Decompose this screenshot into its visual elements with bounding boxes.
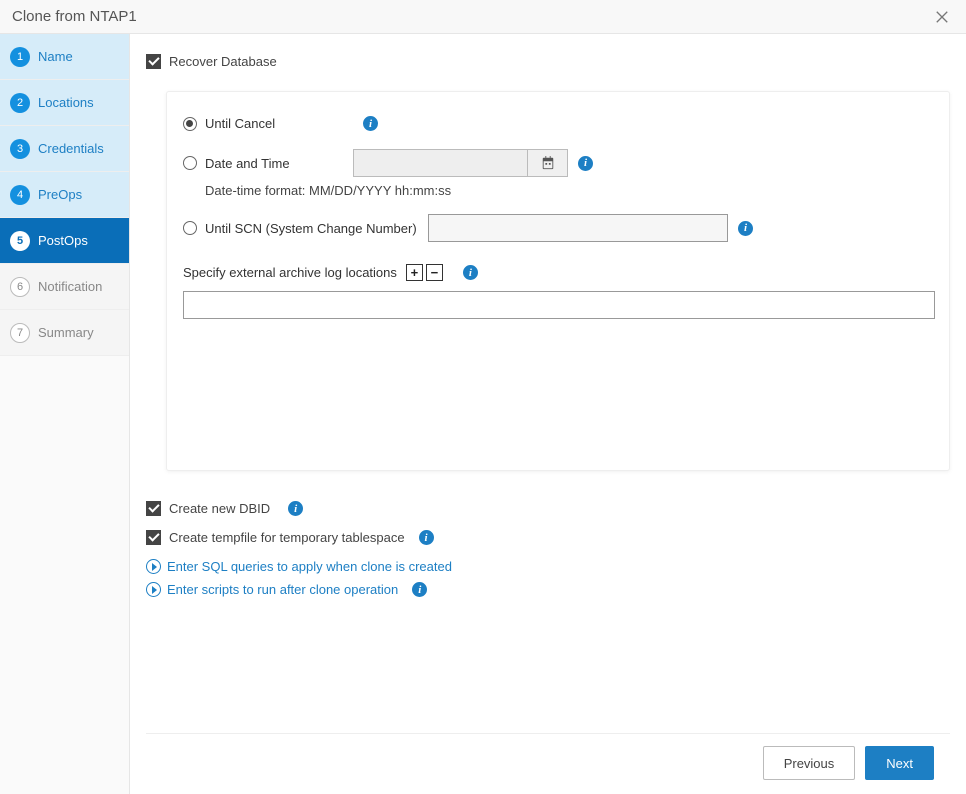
- info-icon[interactable]: i: [419, 530, 434, 545]
- scn-input[interactable]: [428, 214, 728, 242]
- step-summary[interactable]: 7 Summary: [0, 310, 129, 356]
- previous-button[interactable]: Previous: [763, 746, 856, 780]
- create-dbid-checkbox[interactable]: [146, 501, 161, 516]
- step-label: PostOps: [38, 233, 88, 248]
- archive-location-input[interactable]: [183, 291, 935, 319]
- date-time-input[interactable]: [353, 149, 528, 177]
- step-label: Locations: [38, 95, 94, 110]
- titlebar: Clone from NTAP1: [0, 0, 966, 34]
- step-label: PreOps: [38, 187, 82, 202]
- add-archive-button[interactable]: +: [406, 264, 423, 281]
- info-icon[interactable]: i: [463, 265, 478, 280]
- footer: Previous Next: [146, 733, 950, 794]
- step-preops[interactable]: 4 PreOps: [0, 172, 129, 218]
- info-icon[interactable]: i: [363, 116, 378, 131]
- step-postops[interactable]: 5 PostOps: [0, 218, 129, 264]
- step-locations[interactable]: 2 Locations: [0, 80, 129, 126]
- step-label: Notification: [38, 279, 102, 294]
- recover-database-label: Recover Database: [169, 54, 277, 69]
- step-notification[interactable]: 6 Notification: [0, 264, 129, 310]
- info-icon[interactable]: i: [578, 156, 593, 171]
- calendar-icon[interactable]: [528, 149, 568, 177]
- until-cancel-radio[interactable]: [183, 117, 197, 131]
- recover-database-checkbox[interactable]: [146, 54, 161, 69]
- archive-locations-label: Specify external archive log locations: [183, 265, 397, 280]
- date-time-radio[interactable]: [183, 156, 197, 170]
- date-time-label: Date and Time: [205, 156, 290, 171]
- step-number: 5: [10, 231, 30, 251]
- step-name[interactable]: 1 Name: [0, 34, 129, 80]
- dialog-title: Clone from NTAP1: [12, 8, 930, 25]
- create-tempfile-checkbox[interactable]: [146, 530, 161, 545]
- step-number: 3: [10, 139, 30, 159]
- create-dbid-label: Create new DBID: [169, 501, 270, 516]
- info-icon[interactable]: i: [738, 221, 753, 236]
- caret-right-icon: [146, 582, 161, 597]
- info-icon[interactable]: i: [412, 582, 427, 597]
- step-number: 4: [10, 185, 30, 205]
- step-number: 7: [10, 323, 30, 343]
- step-label: Name: [38, 49, 73, 64]
- main-content: Recover Database Until Cancel i Date and…: [130, 34, 966, 794]
- step-number: 6: [10, 277, 30, 297]
- step-credentials[interactable]: 3 Credentials: [0, 126, 129, 172]
- recover-panel: Until Cancel i Date and Time: [166, 91, 950, 471]
- create-tempfile-label: Create tempfile for temporary tablespace: [169, 530, 405, 545]
- info-icon[interactable]: i: [288, 501, 303, 516]
- step-label: Credentials: [38, 141, 104, 156]
- enter-sql-label: Enter SQL queries to apply when clone is…: [167, 559, 452, 574]
- enter-scripts-link[interactable]: Enter scripts to run after clone operati…: [146, 582, 950, 597]
- caret-right-icon: [146, 559, 161, 574]
- step-number: 1: [10, 47, 30, 67]
- date-format-helper: Date-time format: MM/DD/YYYY hh:mm:ss: [205, 183, 933, 198]
- until-scn-label: Until SCN (System Change Number): [205, 221, 417, 236]
- step-label: Summary: [38, 325, 94, 340]
- close-icon[interactable]: [930, 5, 954, 29]
- until-cancel-label: Until Cancel: [205, 116, 275, 131]
- wizard-sidebar: 1 Name 2 Locations 3 Credentials 4 PreOp…: [0, 34, 130, 794]
- enter-sql-link[interactable]: Enter SQL queries to apply when clone is…: [146, 559, 950, 574]
- step-number: 2: [10, 93, 30, 113]
- next-button[interactable]: Next: [865, 746, 934, 780]
- until-scn-radio[interactable]: [183, 221, 197, 235]
- remove-archive-button[interactable]: −: [426, 264, 443, 281]
- enter-scripts-label: Enter scripts to run after clone operati…: [167, 582, 398, 597]
